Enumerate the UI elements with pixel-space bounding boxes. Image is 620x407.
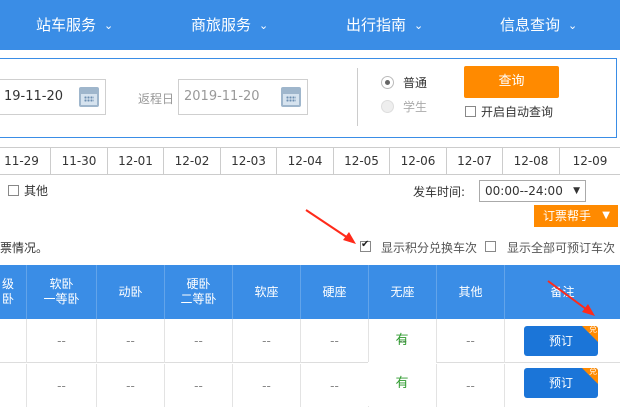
nav-info-query[interactable]: 信息查询 ⌄	[500, 0, 577, 50]
exchange-badge-text: 兑	[589, 368, 597, 376]
book-button[interactable]: 预订 兑	[524, 326, 598, 356]
date-tab[interactable]: 12-07	[446, 148, 502, 175]
column-header: 动卧	[96, 265, 164, 319]
date-tab[interactable]: 11-30	[50, 148, 107, 175]
column-header: 其他	[436, 265, 504, 319]
nav-travel-guide[interactable]: 出行指南 ⌄	[346, 0, 423, 50]
student-ticket-label: 学生	[403, 100, 428, 114]
caret-down-icon: ▼	[602, 210, 610, 221]
table-cell: --	[300, 364, 368, 407]
student-ticket-radio[interactable]	[381, 100, 394, 113]
date-tab[interactable]: 12-09	[559, 148, 620, 175]
date-tab[interactable]: 12-06	[389, 148, 446, 175]
table-cell: --	[232, 364, 300, 407]
column-header: 级 卧	[1, 277, 14, 306]
show-points-trains-label: 显示积分兑换车次	[381, 241, 478, 255]
chevron-down-icon: ⌄	[414, 19, 424, 32]
column-header: 硬卧 二等卧	[164, 265, 232, 319]
return-date-value: 2019-11-20	[184, 89, 260, 104]
ticket-table-header: 级 卧 软卧 一等卧 动卧 硬卧 二等卧 软座 硬座 无座 其他 备注	[0, 265, 620, 319]
table-cell: --	[164, 364, 232, 407]
depart-time-value: 00:00--24:00	[485, 184, 563, 198]
adult-ticket-label: 普通	[403, 76, 428, 90]
annotation-arrow	[305, 209, 352, 241]
date-tab[interactable]: 12-05	[333, 148, 389, 175]
show-all-bookable-checkbox[interactable]	[485, 241, 496, 252]
availability-cell: 有	[395, 333, 409, 348]
other-filter-checkbox[interactable]	[8, 185, 19, 196]
return-date-input[interactable]: 2019-11-20	[178, 79, 308, 115]
availability-cell: 有	[368, 362, 436, 406]
nav-label: 商旅服务	[191, 16, 252, 34]
date-tab[interactable]: 12-08	[502, 148, 559, 175]
table-cell: --	[96, 319, 164, 363]
query-button[interactable]: 查询	[464, 66, 559, 98]
column-header: 硬座	[300, 265, 368, 319]
ticket-status-note: 票情况。	[0, 241, 49, 255]
book-button-label: 预订	[548, 334, 573, 348]
depart-date-input[interactable]: 19-11-20	[0, 79, 106, 115]
other-filter-label: 其他	[24, 184, 49, 198]
auto-query-label: 开启自动查询	[481, 105, 554, 119]
table-cell: --	[436, 319, 504, 363]
nav-label: 出行指南	[346, 16, 407, 34]
date-tab[interactable]: 12-01	[107, 148, 163, 175]
column-header: 无座	[368, 265, 436, 319]
date-tab[interactable]: 12-03	[220, 148, 276, 175]
annotation-arrowhead	[343, 232, 356, 244]
ticket-helper-label: 订票帮手	[543, 209, 592, 223]
page-root: { "nav": { "items": ["站车服务", "商旅服务", "出行…	[0, 0, 620, 407]
ticket-helper-button[interactable]: 订票帮手 ▼	[534, 205, 618, 227]
show-points-trains-checkbox[interactable]	[360, 239, 371, 252]
top-navigation-bar: 站车服务 ⌄ 商旅服务 ⌄ 出行指南 ⌄ 信息查询 ⌄	[0, 0, 620, 50]
chevron-down-icon: ⌄	[259, 19, 269, 32]
book-button-label: 预订	[548, 376, 573, 390]
table-cell: --	[300, 319, 368, 363]
column-header: 软座	[232, 265, 300, 319]
show-all-bookable-label: 显示全部可预订车次	[507, 241, 616, 255]
date-tabs: 11-29 11-30 12-01 12-02 12-03 12-04 12-0…	[0, 147, 620, 175]
depart-time-select[interactable]: 00:00--24:00 ▼	[479, 180, 586, 202]
calendar-icon[interactable]	[79, 87, 99, 107]
column-header: 备注	[504, 265, 620, 319]
table-cell: --	[26, 319, 96, 363]
return-date-label: 返程日	[138, 92, 175, 106]
date-tab[interactable]: 11-29	[0, 148, 44, 175]
exchange-badge-text: 兑	[589, 326, 597, 334]
book-button[interactable]: 预订 兑	[524, 368, 598, 398]
depart-date-value: 19-11-20	[4, 89, 64, 104]
nav-label: 信息查询	[500, 16, 561, 34]
chevron-down-icon: ⌄	[104, 19, 114, 32]
nav-business-travel[interactable]: 商旅服务 ⌄	[191, 0, 268, 50]
table-cell: --	[164, 319, 232, 363]
table-cell: --	[436, 364, 504, 407]
calendar-icon[interactable]	[281, 87, 301, 107]
dropdown-arrow-icon: ▼	[573, 186, 580, 196]
divider	[357, 68, 358, 126]
table-cell: --	[232, 319, 300, 363]
chevron-down-icon: ⌄	[568, 19, 578, 32]
column-header: 软卧 一等卧	[26, 265, 96, 319]
table-cell: --	[96, 364, 164, 407]
nav-station-service[interactable]: 站车服务 ⌄	[36, 0, 113, 50]
table-cell: --	[26, 364, 96, 407]
auto-query-checkbox[interactable]	[465, 106, 476, 117]
nav-label: 站车服务	[36, 16, 97, 34]
date-tab[interactable]: 12-04	[276, 148, 333, 175]
date-tab[interactable]: 12-02	[163, 148, 220, 175]
depart-time-label: 发车时间:	[413, 185, 466, 199]
adult-ticket-radio[interactable]	[381, 76, 394, 89]
